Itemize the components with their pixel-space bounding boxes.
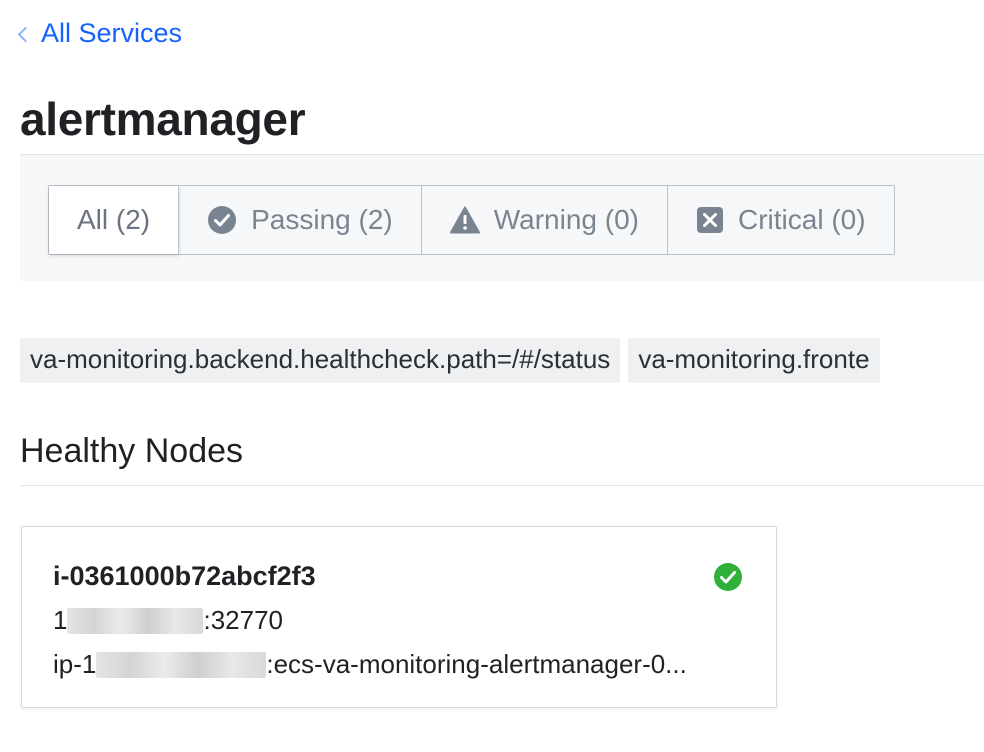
x-square-icon — [696, 206, 724, 234]
page-title: alertmanager — [20, 93, 306, 145]
health-filter-group: All (2) Passing (2) Warning (0) Critical… — [48, 185, 895, 255]
chevron-left-icon — [17, 26, 34, 43]
node-host-suffix: :ecs-va-monitoring-alertmanager-0... — [266, 649, 687, 679]
healthy-nodes-heading: Healthy Nodes — [20, 432, 244, 470]
filter-critical-label: Critical (0) — [737, 204, 866, 235]
node-address-prefix: 1 — [53, 605, 68, 635]
node-hostname: ip-1 :ecs-va-monitoring-alertmanager-0..… — [53, 649, 687, 680]
health-filter-bar: All (2) Passing (2) Warning (0) Critical… — [20, 154, 984, 281]
redacted-ip — [96, 651, 267, 678]
filter-warning-button[interactable]: Warning (0) — [422, 186, 668, 254]
back-link-label: All Services — [41, 18, 183, 48]
filter-warning-label: Warning (0) — [493, 204, 639, 235]
service-tag: va-monitoring.backend.healthcheck.path=/… — [20, 338, 621, 383]
service-tag: va-monitoring.fronte — [628, 338, 880, 383]
node-host-prefix: ip-1 — [53, 649, 97, 679]
node-card[interactable]: i-0361000b72abcf2f3 1 :32770 ip-1 :ecs-v… — [21, 526, 777, 708]
service-detail-page: All Services alertmanager All (2) Passin… — [0, 0, 984, 752]
check-circle-icon — [207, 205, 237, 235]
redacted-ip — [67, 607, 204, 634]
passing-check-icon — [713, 562, 743, 597]
filter-all-label: All (2) — [77, 204, 151, 235]
node-address-port: :32770 — [203, 605, 283, 635]
section-divider — [20, 485, 984, 486]
back-to-all-services-link[interactable]: All Services — [17, 18, 183, 49]
filter-passing-button[interactable]: Passing (2) — [179, 186, 422, 254]
filter-critical-button[interactable]: Critical (0) — [668, 186, 894, 254]
service-tags: va-monitoring.backend.healthcheck.path=/… — [20, 338, 880, 383]
warning-triangle-icon — [449, 206, 480, 234]
filter-all-button[interactable]: All (2) — [49, 186, 180, 254]
node-name: i-0361000b72abcf2f3 — [53, 561, 316, 591]
filter-passing-label: Passing (2) — [251, 204, 393, 235]
node-address: 1 :32770 — [53, 605, 283, 636]
